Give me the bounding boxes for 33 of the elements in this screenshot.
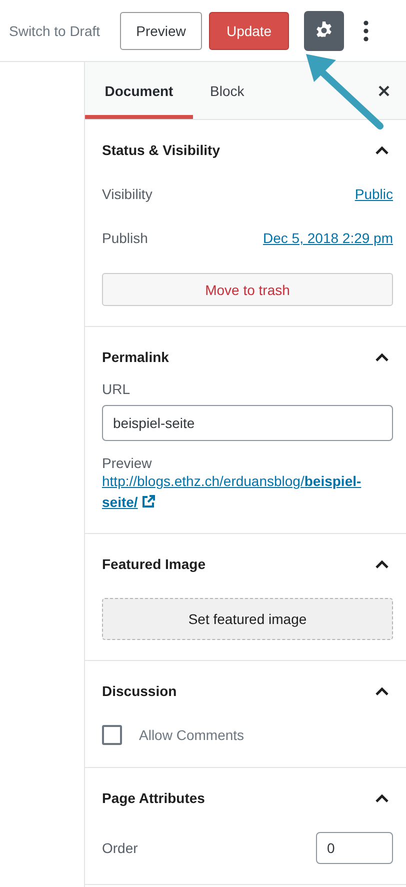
sidebar-tab[interactable]: Document: [85, 62, 193, 119]
checkbox[interactable]: [102, 725, 122, 745]
external-link-icon[interactable]: [142, 495, 155, 508]
preview-button[interactable]: Preview: [120, 12, 202, 50]
field-label: Order: [102, 840, 138, 856]
field-label: Visibility: [102, 186, 152, 202]
panel-title: Discussion: [102, 683, 177, 699]
order-input-field[interactable]: 0: [316, 832, 393, 864]
sidebar-tab[interactable]: Block: [193, 62, 262, 119]
preview-label: Preview: [102, 455, 153, 471]
chevron-up-icon[interactable]: [375, 686, 389, 696]
set-featured-image-button[interactable]: Set featured image: [102, 598, 393, 640]
panel-title: Page Attributes: [102, 790, 205, 806]
chevron-up-icon[interactable]: [375, 560, 389, 568]
preview-link[interactable]: http://blogs.ethz.ch/erduansblog/beispiel-seite/: [102, 471, 393, 513]
field-label: Publish: [102, 230, 148, 246]
url-input-field[interactable]: beispiel-seite: [102, 405, 393, 441]
chevron-up-icon[interactable]: [375, 352, 389, 362]
chevron-up-icon[interactable]: [375, 146, 389, 154]
panel-title: Permalink: [102, 349, 169, 365]
move-to-trash-button[interactable]: Move to trash: [102, 273, 393, 306]
field-value-link[interactable]: Dec 5, 2018 2:29 pm: [263, 230, 393, 246]
field-value-link[interactable]: Public: [354, 186, 393, 202]
close-icon[interactable]: [378, 85, 390, 97]
settings-button[interactable]: [304, 10, 344, 50]
panel-title: Status & Visibility: [102, 142, 220, 158]
more-options-icon[interactable]: [363, 20, 370, 42]
checkbox-label[interactable]: Allow Comments: [139, 727, 244, 743]
chevron-up-icon[interactable]: [375, 794, 389, 802]
switch-to-draft-link[interactable]: Switch to Draft: [9, 22, 100, 38]
field-label: URL: [102, 381, 132, 397]
update-button[interactable]: Update: [209, 12, 290, 50]
panel-title: Featured Image: [102, 556, 206, 572]
